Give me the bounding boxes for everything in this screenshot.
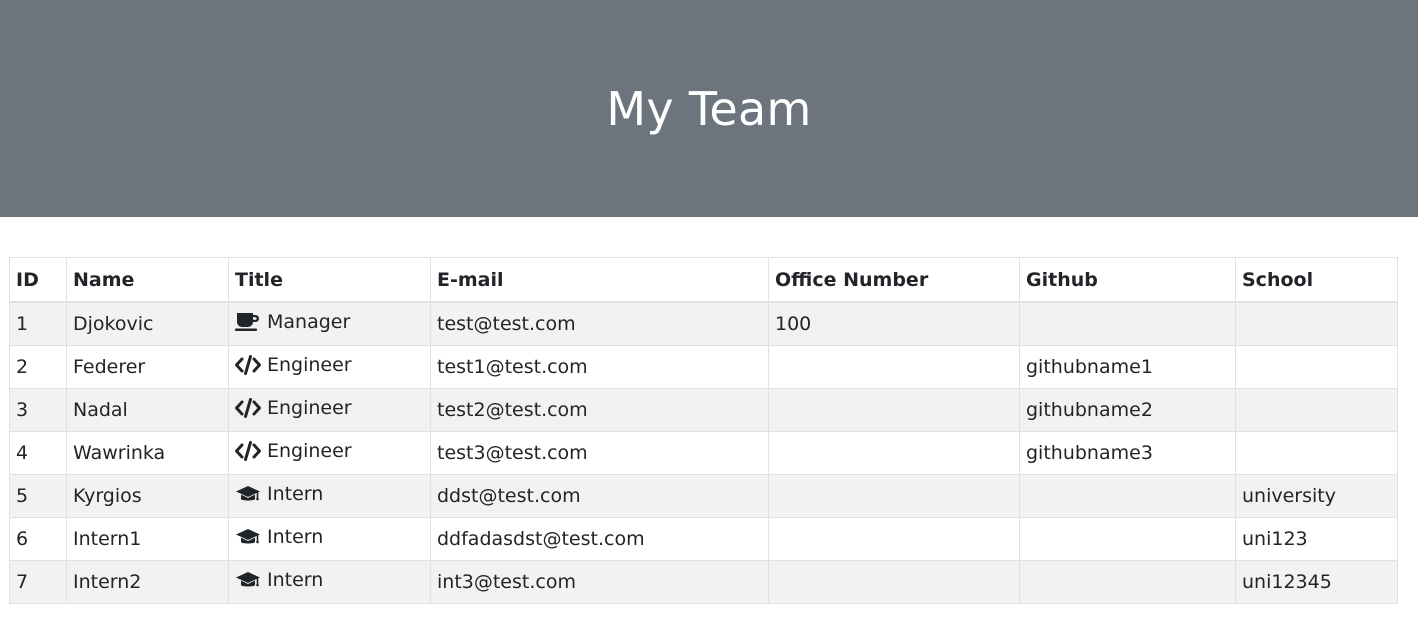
table-row: 5 Kyrgios Intern ddst@test.com university [9, 474, 1398, 518]
column-header-school: School [1235, 257, 1398, 303]
cell-office-number [768, 388, 1020, 432]
table-row: 7 Intern2 Intern int3@test.com uni12345 [9, 560, 1398, 604]
title-label: Intern [267, 483, 324, 505]
title-label: Engineer [267, 397, 352, 419]
cell-email: test1@test.com [430, 345, 769, 389]
cell-email: test2@test.com [430, 388, 769, 432]
cell-github: githubname1 [1019, 345, 1236, 389]
cell-office-number [768, 517, 1020, 561]
cell-school: uni123 [1235, 517, 1398, 561]
cell-id: 1 [9, 301, 67, 346]
title-with-icon: Intern [235, 526, 323, 548]
cell-github [1019, 301, 1236, 346]
cell-office-number: 100 [768, 301, 1020, 346]
cell-github [1019, 560, 1236, 604]
team-table: ID Name Title E-mail Office Number Githu… [9, 257, 1398, 604]
cell-name: Intern2 [66, 560, 229, 604]
code-icon [235, 398, 261, 418]
cell-id: 6 [9, 517, 67, 561]
cell-title: Engineer [228, 388, 431, 432]
cell-name: Federer [66, 345, 229, 389]
table-row: 6 Intern1 Intern ddfadasdst@test.com uni123 [9, 517, 1398, 561]
cell-id: 5 [9, 474, 67, 518]
title-with-icon: Manager [235, 311, 350, 333]
code-icon [235, 355, 261, 375]
column-header-name: Name [66, 257, 229, 303]
cell-office-number [768, 560, 1020, 604]
cell-school: university [1235, 474, 1398, 518]
title-with-icon: Engineer [235, 354, 352, 376]
cell-title: Engineer [228, 345, 431, 389]
title-with-icon: Intern [235, 569, 323, 591]
cell-office-number [768, 431, 1020, 475]
column-header-title: Title [228, 257, 431, 303]
table-row: 2 Federer Engineer test1@test.com githubname… [9, 345, 1398, 389]
cell-school [1235, 388, 1398, 432]
graduation-cap-icon [235, 484, 261, 504]
code-icon [235, 441, 261, 461]
cell-title: Engineer [228, 431, 431, 475]
table-row: 4 Wawrinka Engineer test3@test.com githubnam… [9, 431, 1398, 475]
title-with-icon: Engineer [235, 397, 352, 419]
cell-name: Intern1 [66, 517, 229, 561]
title-label: Manager [267, 311, 351, 333]
cell-email: int3@test.com [430, 560, 769, 604]
cell-email: test@test.com [430, 301, 769, 346]
cell-office-number [768, 474, 1020, 518]
table-row: 1 Djokovic Manager test@test.com 100 [9, 301, 1398, 346]
cell-id: 4 [9, 431, 67, 475]
cell-title: Intern [228, 560, 431, 604]
cell-github [1019, 517, 1236, 561]
cell-name: Wawrinka [66, 431, 229, 475]
title-label: Engineer [267, 440, 352, 462]
cell-id: 3 [9, 388, 67, 432]
cell-school [1235, 301, 1398, 346]
column-header-office-number: Office Number [768, 257, 1020, 303]
cell-github [1019, 474, 1236, 518]
title-label: Intern [267, 526, 324, 548]
cell-office-number [768, 345, 1020, 389]
graduation-cap-icon [235, 527, 261, 547]
title-label: Intern [267, 569, 324, 591]
table-body: 1 Djokovic Manager test@test.com 100 2 Federer… [9, 301, 1398, 604]
graduation-cap-icon [235, 570, 261, 590]
table-header-row: ID Name Title E-mail Office Number Githu… [9, 257, 1398, 303]
cell-title: Intern [228, 474, 431, 518]
cell-github: githubname2 [1019, 388, 1236, 432]
cell-email: test3@test.com [430, 431, 769, 475]
title-label: Engineer [267, 354, 352, 376]
team-table-container: ID Name Title E-mail Office Number Githu… [9, 257, 1398, 604]
cell-email: ddst@test.com [430, 474, 769, 518]
column-header-github: Github [1019, 257, 1236, 303]
cell-school [1235, 345, 1398, 389]
coffee-icon [235, 312, 261, 332]
cell-school: uni12345 [1235, 560, 1398, 604]
page-title: My Team [606, 81, 812, 136]
cell-email: ddfadasdst@test.com [430, 517, 769, 561]
cell-title: Manager [228, 301, 431, 346]
cell-github: githubname3 [1019, 431, 1236, 475]
cell-id: 2 [9, 345, 67, 389]
cell-id: 7 [9, 560, 67, 604]
column-header-id: ID [9, 257, 67, 303]
table-header: ID Name Title E-mail Office Number Githu… [9, 257, 1398, 303]
cell-title: Intern [228, 517, 431, 561]
title-with-icon: Intern [235, 483, 323, 505]
cell-name: Kyrgios [66, 474, 229, 518]
column-header-email: E-mail [430, 257, 769, 303]
cell-name: Nadal [66, 388, 229, 432]
cell-school [1235, 431, 1398, 475]
page-header: My Team [0, 0, 1418, 217]
title-with-icon: Engineer [235, 440, 352, 462]
cell-name: Djokovic [66, 301, 229, 346]
table-row: 3 Nadal Engineer test2@test.com githubname2 [9, 388, 1398, 432]
